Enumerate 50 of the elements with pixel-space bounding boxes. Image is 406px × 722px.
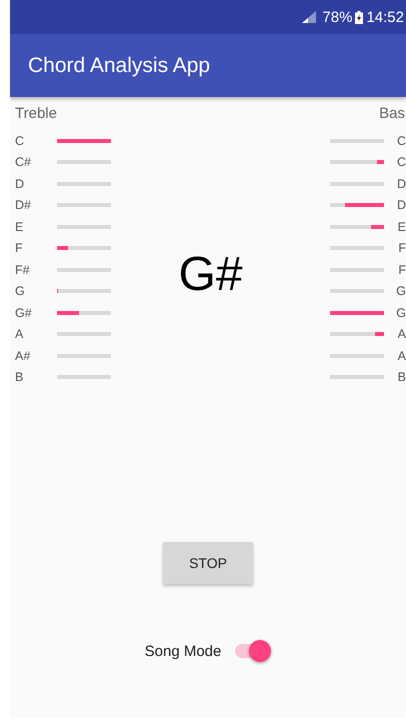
note-label: C (396, 155, 406, 170)
note-label: G (395, 306, 406, 320)
note-label: F (397, 262, 406, 277)
level-bar (57, 224, 111, 229)
level-bar (330, 375, 384, 380)
note-label: B (396, 370, 406, 384)
level-bar (57, 332, 111, 336)
bass-heading: Bas (379, 105, 405, 122)
level-bar (330, 354, 384, 358)
note-label: C (396, 134, 406, 148)
level-bar (330, 246, 384, 250)
note-label: E (15, 220, 24, 234)
song-mode-label: Song Mode (144, 642, 222, 660)
note-label: C# (15, 155, 32, 170)
treble-heading: Treble (15, 105, 58, 122)
signal-icon (302, 11, 316, 23)
note-label: A (396, 348, 406, 363)
song-mode-switch[interactable] (233, 639, 272, 663)
clock-time: 14:52 (366, 8, 404, 26)
note-label: C (15, 134, 26, 148)
note-label: D (396, 198, 406, 212)
app-title: Chord Analysis App (28, 54, 210, 78)
level-bar (330, 138, 384, 143)
note-label: G (15, 284, 26, 298)
level-bar (57, 354, 111, 358)
battery-percentage: 78% (322, 8, 352, 26)
note-label: D (15, 176, 26, 191)
level-bar (57, 203, 111, 208)
note-label: A (15, 327, 24, 342)
note-label: G (395, 284, 406, 298)
chord-name: G# (178, 247, 243, 303)
note-label: F (15, 241, 24, 256)
stop-button[interactable]: STOP (163, 542, 253, 584)
note-label: D# (15, 198, 32, 212)
level-bar (330, 268, 384, 272)
note-label: F (397, 241, 406, 256)
level-bar (330, 182, 384, 186)
note-label: E (396, 220, 406, 234)
note-label: F# (15, 262, 31, 277)
level-bar (330, 289, 384, 294)
level-bar (57, 182, 111, 186)
note-label: A (396, 327, 406, 342)
level-bar (57, 268, 111, 272)
level-bar (57, 375, 111, 380)
note-label: B (15, 370, 24, 384)
note-label: A# (15, 348, 32, 363)
note-label: G# (15, 306, 33, 320)
note-label: D (396, 176, 406, 191)
battery-icon (355, 10, 364, 24)
level-bar (57, 160, 111, 164)
